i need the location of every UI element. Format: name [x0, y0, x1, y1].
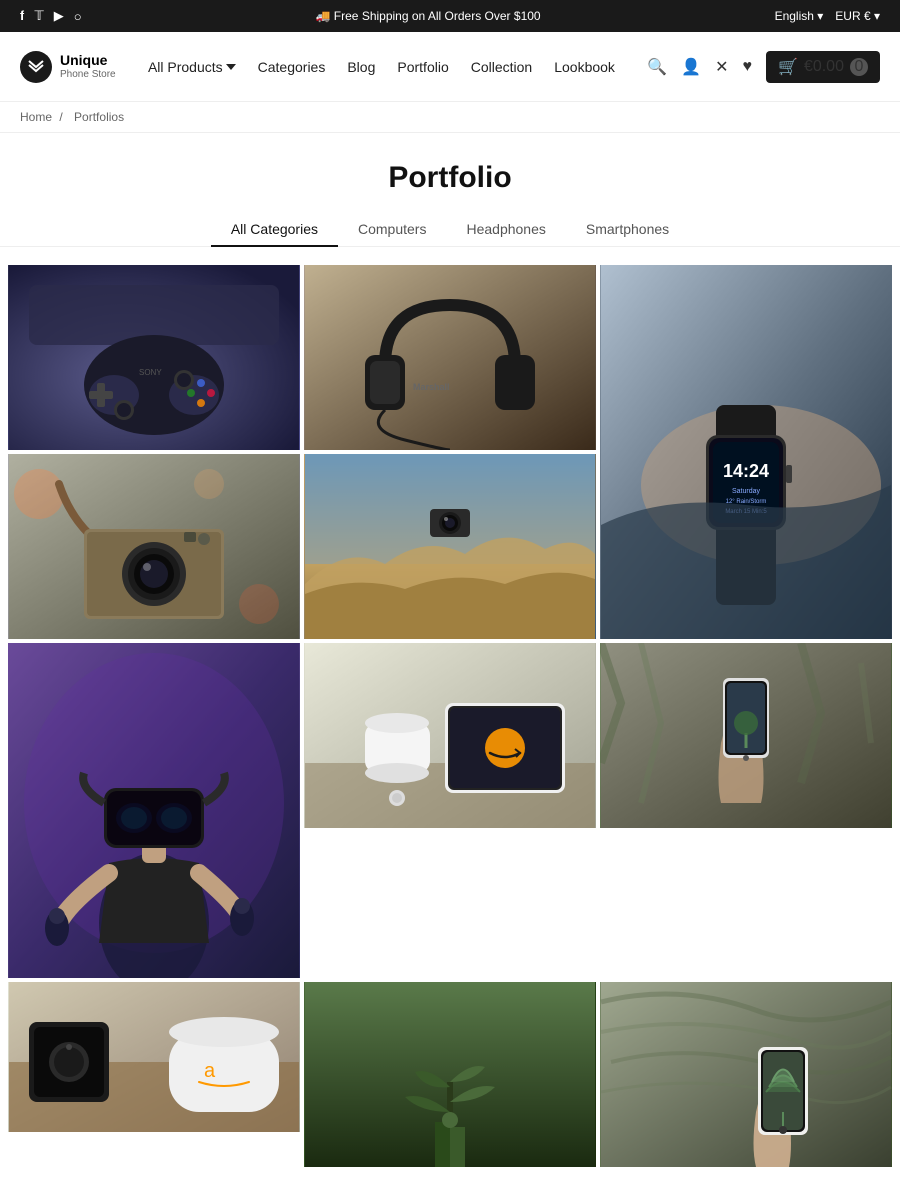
- svg-text:14:24: 14:24: [723, 461, 769, 481]
- tab-smartphones[interactable]: Smartphones: [566, 213, 689, 247]
- page-title: Portfolio: [0, 133, 900, 213]
- tab-headphones[interactable]: Headphones: [446, 213, 565, 247]
- wishlist-icon[interactable]: ♥: [743, 58, 753, 76]
- gallery-item-vr[interactable]: [8, 643, 300, 978]
- nav-lookbook[interactable]: Lookbook: [554, 59, 615, 75]
- gallery-item-phone[interactable]: [600, 643, 892, 828]
- main-nav: All Products Categories Blog Portfolio C…: [148, 59, 615, 75]
- language-selector[interactable]: English ▾: [775, 9, 824, 23]
- breadcrumb-home[interactable]: Home: [20, 110, 52, 124]
- filter-tabs: All Categories Computers Headphones Smar…: [0, 213, 900, 247]
- svg-text:a: a: [204, 1060, 216, 1082]
- logo-text: Unique Phone Store: [60, 53, 116, 79]
- nav-blog[interactable]: Blog: [347, 59, 375, 75]
- shipping-notice: 🚚 Free Shipping on All Orders Over $100: [316, 9, 541, 23]
- instagram-icon[interactable]: ○: [74, 9, 82, 24]
- nav-collection[interactable]: Collection: [471, 59, 532, 75]
- top-bar: 𝐟 𝕋 ▶ ○ 🚚 Free Shipping on All Orders Ov…: [0, 0, 900, 32]
- breadcrumb: Home / Portfolios: [0, 102, 900, 133]
- tab-computers[interactable]: Computers: [338, 213, 446, 247]
- gallery-item-phone-bottom[interactable]: [600, 982, 892, 1167]
- twitter-icon[interactable]: 𝕋: [34, 8, 43, 24]
- gallery-item-headphones[interactable]: Marshall: [304, 265, 596, 450]
- logo-icon: [20, 51, 52, 83]
- breadcrumb-separator: /: [59, 110, 62, 124]
- logo-svg: [26, 57, 46, 77]
- gallery-item-camera[interactable]: [8, 454, 300, 639]
- dropdown-chevron: [226, 62, 236, 72]
- gallery-item-accessories[interactable]: a: [8, 982, 300, 1132]
- cart-icon: 🛒: [778, 57, 798, 77]
- cart-button[interactable]: 🛒 €0.00 0: [766, 51, 880, 83]
- header-actions: 🔍 👤 ✕ ♥ 🛒 €0.00 0: [647, 51, 880, 83]
- svg-text:Saturday: Saturday: [732, 488, 761, 495]
- compare-icon[interactable]: ✕: [715, 57, 728, 77]
- account-icon[interactable]: 👤: [681, 57, 701, 77]
- gallery-grid: SONY Marshall: [0, 265, 900, 1187]
- facebook-icon[interactable]: 𝐟: [20, 8, 24, 24]
- youtube-icon[interactable]: ▶: [54, 8, 64, 24]
- svg-text:Marshall: Marshall: [413, 382, 450, 392]
- svg-text:SONY: SONY: [139, 368, 162, 377]
- locale-controls[interactable]: English ▾ EUR € ▾: [775, 9, 880, 23]
- breadcrumb-current: Portfolios: [74, 110, 124, 124]
- gallery-item-tablet[interactable]: [304, 643, 596, 828]
- header: Unique Phone Store All Products Categori…: [0, 32, 900, 102]
- social-links[interactable]: 𝐟 𝕋 ▶ ○: [20, 8, 82, 24]
- search-icon[interactable]: 🔍: [647, 57, 667, 77]
- logo[interactable]: Unique Phone Store: [20, 51, 116, 83]
- cart-count: 0: [850, 58, 868, 76]
- gallery-item-gamepad[interactable]: SONY: [8, 265, 300, 450]
- gallery-item-plant[interactable]: [304, 982, 596, 1167]
- nav-portfolio[interactable]: Portfolio: [397, 59, 448, 75]
- gallery-item-watch[interactable]: 14:24 Saturday 12° Rain/Storm March 15 M…: [600, 265, 892, 639]
- nav-all-products[interactable]: All Products: [148, 59, 236, 75]
- currency-selector[interactable]: EUR € ▾: [835, 9, 880, 23]
- tab-all-categories[interactable]: All Categories: [211, 213, 338, 247]
- gallery-item-drone-camera[interactable]: [304, 454, 596, 639]
- cart-price: €0.00: [804, 58, 844, 76]
- nav-categories[interactable]: Categories: [258, 59, 326, 75]
